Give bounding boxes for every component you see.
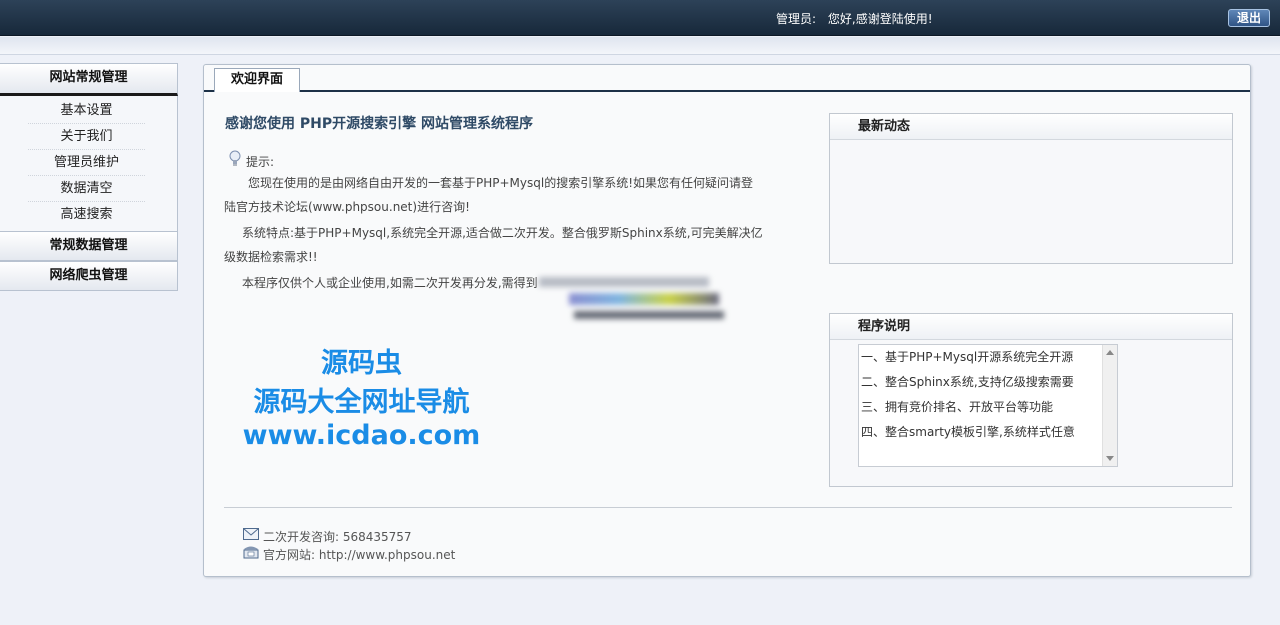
scroll-down-icon[interactable] bbox=[1106, 456, 1114, 461]
divider bbox=[224, 507, 1232, 508]
features-paragraph: 系统特点:基于PHP+Mysql,系统完全开源,适合做二次开发。整合俄罗斯Sph… bbox=[224, 221, 764, 269]
list-item: 一、基于PHP+Mysql开源系统完全开源 bbox=[861, 350, 1074, 364]
watermark-line-1: 源码虫 bbox=[321, 348, 402, 379]
sidebar-item-fast-search[interactable]: 高速搜索 bbox=[28, 202, 145, 228]
list-item: 二、整合Sphinx系统,支持亿级搜索需要 bbox=[861, 375, 1074, 389]
list-scrollbar[interactable] bbox=[1102, 345, 1117, 466]
sidebar-group-data-management[interactable]: 常规数据管理 bbox=[0, 231, 178, 261]
top-header-bar: 管理员: 您好,感谢登陆使用! 退出 bbox=[0, 0, 1280, 36]
tab-bar: 欢迎界面 bbox=[204, 65, 1250, 92]
contact-site: 官方网站: http://www.phpsou.net bbox=[263, 548, 456, 562]
mail-icon bbox=[243, 528, 259, 540]
watermark-line-2: 源码大全网址导航 bbox=[253, 387, 470, 418]
tab-welcome[interactable]: 欢迎界面 bbox=[214, 68, 300, 92]
sub-header-bar bbox=[0, 37, 1280, 55]
lightbulb-icon bbox=[229, 150, 241, 166]
sidebar-group-site-management[interactable]: 网站常规管理 bbox=[0, 63, 178, 96]
watermark-line-3: www.icdao.com bbox=[242, 420, 481, 451]
admin-greeting: 管理员: 您好,感谢登陆使用! bbox=[776, 10, 933, 27]
page-title: 感谢您使用 PHP开源搜索引擎 网站管理系统程序 bbox=[225, 116, 533, 132]
sidebar-item-clear-data[interactable]: 数据清空 bbox=[28, 176, 145, 202]
greeting-text: 您好,感谢登陆使用! bbox=[827, 12, 933, 26]
logout-button[interactable]: 退出 bbox=[1228, 9, 1270, 27]
list-item: 三、拥有竞价排名、开放平台等功能 bbox=[861, 400, 1054, 414]
admin-label: 管理员: bbox=[776, 12, 817, 26]
sidebar-item-about-us[interactable]: 关于我们 bbox=[28, 124, 145, 150]
main-panel: 欢迎界面 感谢您使用 PHP开源搜索引擎 网站管理系统程序 提示: 您现在使用的… bbox=[203, 64, 1251, 577]
sidebar-item-list: 基本设置 关于我们 管理员维护 数据清空 高速搜索 bbox=[0, 96, 178, 231]
scroll-up-icon[interactable] bbox=[1106, 350, 1114, 355]
hint-label: 提示: bbox=[246, 155, 275, 169]
license-text: 本程序仅供个人或企业使用,如需二次开发再分发,需得到 bbox=[242, 276, 538, 290]
sidebar-item-admin-maintenance[interactable]: 管理员维护 bbox=[28, 150, 145, 176]
sidebar: 网站常规管理 基本设置 关于我们 管理员维护 数据清空 高速搜索 常规数据管理 … bbox=[0, 63, 178, 291]
intro-text: 您现在使用的是由网络自由开发的一套基于PHP+Mysql的搜索引擎系统!如果您有… bbox=[224, 176, 754, 214]
phone-icon bbox=[243, 546, 259, 559]
sidebar-item-basic-settings[interactable]: 基本设置 bbox=[28, 98, 145, 124]
features-text: 系统特点:基于PHP+Mysql,系统完全开源,适合做二次开发。整合俄罗斯Sph… bbox=[224, 226, 763, 264]
sidebar-group-crawler-management[interactable]: 网络爬虫管理 bbox=[0, 261, 178, 291]
list-item: 四、整合smarty模板引擎,系统样式任意 bbox=[861, 425, 1075, 439]
contact-consult: 二次开发咨询: 568435757 bbox=[263, 530, 412, 544]
program-description-list[interactable]: 一、基于PHP+Mysql开源系统完全开源 二、整合Sphinx系统,支持亿级搜… bbox=[858, 344, 1118, 467]
intro-paragraph: 您现在使用的是由网络自由开发的一套基于PHP+Mysql的搜索引擎系统!如果您有… bbox=[224, 171, 764, 219]
program-description-title: 程序说明 bbox=[830, 314, 1232, 340]
program-description-box: 程序说明 一、基于PHP+Mysql开源系统完全开源 二、整合Sphinx系统,… bbox=[829, 313, 1233, 487]
blurred-redaction bbox=[529, 273, 729, 328]
latest-news-title: 最新动态 bbox=[830, 114, 1232, 140]
latest-news-box: 最新动态 bbox=[829, 113, 1233, 264]
